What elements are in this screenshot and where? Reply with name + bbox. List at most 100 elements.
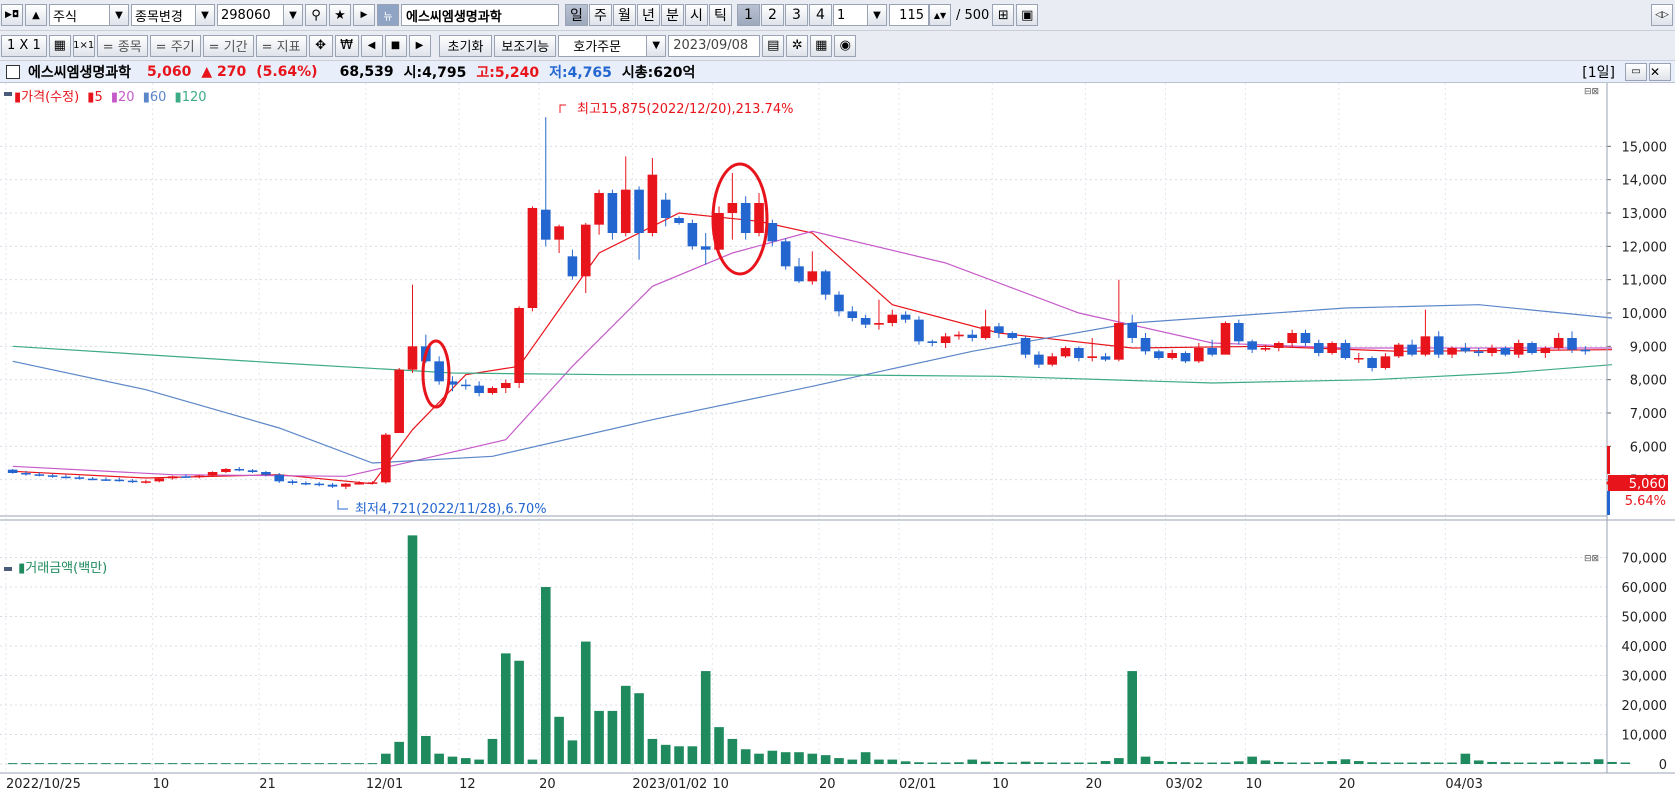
volume-bar — [1473, 760, 1484, 764]
count-stepper[interactable]: ▲▼ — [929, 4, 951, 26]
candle-body — [687, 223, 698, 247]
change-stock-select[interactable]: 종목변경 ▼ — [131, 4, 215, 26]
candle-body — [887, 314, 898, 323]
search-button[interactable]: ⚲ — [305, 4, 327, 26]
select-checkbox[interactable] — [6, 64, 20, 79]
volume-bar — [274, 763, 285, 765]
candle-body — [1234, 323, 1244, 342]
market-select[interactable]: 주식 ▼ — [49, 4, 129, 26]
candle-body — [1287, 333, 1297, 343]
order-select[interactable]: 호가주문 ▼ — [558, 34, 667, 57]
period-value-select[interactable]: 1 ▼ — [833, 4, 887, 26]
move-button[interactable]: ✥ — [308, 34, 333, 57]
maximize-button[interactable]: ▭ — [1625, 62, 1647, 81]
tab-period-tick[interactable]: 틱 — [709, 4, 732, 26]
panel-handle-icon[interactable] — [4, 91, 12, 96]
layout-button[interactable]: 1 X 1 — [1, 34, 47, 57]
x-tick-label: 10 — [992, 777, 1009, 791]
tab-num-3[interactable]: 3 — [785, 4, 808, 26]
price-range-up — [1607, 446, 1610, 474]
reset-button[interactable]: 초기화 — [438, 34, 493, 57]
volume-bar — [1180, 762, 1191, 764]
indicator-tool-button[interactable]: = 지표 — [255, 34, 307, 57]
volume-bar — [247, 763, 258, 765]
tab-period-hour[interactable]: 시 — [685, 4, 708, 26]
tab-period-minute[interactable]: 분 — [661, 4, 684, 26]
candle-body — [594, 193, 604, 225]
market-label: 주식 — [53, 9, 77, 25]
add-chart-button[interactable]: ⊞ — [992, 4, 1015, 26]
chevron-down-icon[interactable]: ▼ — [646, 35, 666, 56]
volume-bar — [1074, 762, 1084, 764]
volume-bar — [114, 763, 125, 765]
window-toggle-button[interactable]: ◁▷ — [1651, 4, 1673, 26]
chart-area[interactable]: 15,000 14,000 13,000 12,000 11,000 10,000 9,00… — [0, 83, 1675, 791]
chevron-down-icon[interactable]: ▼ — [195, 5, 214, 25]
tab-num-4[interactable]: 4 — [809, 4, 832, 26]
next-button[interactable]: ▶ — [353, 4, 375, 26]
candle-body — [1274, 343, 1284, 348]
settings-button[interactable]: ✲ — [786, 34, 809, 57]
news-button[interactable]: 뉴 — [377, 4, 399, 26]
volume-legend: ▮거래금액(백만) — [4, 557, 107, 576]
price-legend — [4, 86, 12, 101]
count-input[interactable]: 115 — [889, 4, 929, 26]
tab-period-year[interactable]: 년 — [637, 4, 660, 26]
prev-button[interactable]: ◀ — [360, 34, 383, 57]
candle-body — [114, 479, 125, 482]
favorite-button[interactable]: ★ — [329, 4, 351, 26]
candle-body — [740, 203, 751, 233]
volume-tick-label: 70,000 — [1622, 552, 1668, 567]
legend-ma120: 120 — [181, 90, 207, 105]
calendar-button[interactable]: ▤ — [762, 34, 785, 57]
panel-handle-icon[interactable] — [4, 566, 12, 571]
range-tool-button[interactable]: = 기간 — [202, 34, 254, 57]
tab-period-week[interactable]: 주 — [589, 4, 612, 26]
date-input[interactable]: 2023/09/08 — [668, 34, 761, 57]
candle-body — [647, 174, 658, 233]
volume-bar — [967, 759, 978, 764]
price-tick-label: 9,000 — [1630, 340, 1667, 355]
volume-bar — [1367, 762, 1377, 764]
aux-button[interactable]: 보조기능 — [494, 34, 557, 57]
volume-tick-label: 60,000 — [1622, 581, 1668, 596]
volume-bar — [141, 763, 151, 765]
nav-first-button[interactable]: ▶◘ — [1, 4, 23, 26]
stock-tool-button[interactable]: = 종목 — [96, 34, 148, 57]
cycle-tool-button[interactable]: = 주기 — [149, 34, 201, 57]
split-button[interactable]: 1×1 — [72, 34, 95, 57]
volume-bar — [847, 759, 858, 764]
info-change: ▲ 270 — [201, 63, 247, 80]
save-button[interactable]: ▣ — [1016, 4, 1039, 26]
volume-panel-controls[interactable]: ⊟⊠ — [1584, 554, 1599, 564]
candle-body — [1327, 343, 1337, 353]
chevron-down-icon[interactable]: ▼ — [109, 5, 128, 25]
x-tick-label: 2023/01/02 — [632, 777, 707, 791]
zoom-button[interactable]: ◉ — [834, 34, 857, 57]
tab-period-day[interactable]: 일 — [565, 4, 588, 26]
candle-body — [927, 341, 938, 343]
volume-bar — [154, 763, 165, 765]
chevron-down-icon[interactable]: ▼ — [867, 5, 886, 25]
tab-num-1[interactable]: 1 — [737, 4, 760, 26]
candle-body — [1553, 338, 1564, 348]
candle-body — [634, 189, 644, 233]
stop-button[interactable]: ■ — [384, 34, 407, 57]
table-button[interactable]: ▦ — [810, 34, 833, 57]
volume-bar — [727, 738, 738, 764]
volume-bar — [914, 762, 924, 764]
candle-body — [474, 385, 484, 393]
won-button[interactable]: ₩ — [334, 34, 359, 57]
grid-button[interactable]: ▦ — [48, 34, 71, 57]
stock-code-input[interactable]: 298060 ▼ — [217, 4, 303, 26]
play-button[interactable]: ▶ — [408, 34, 431, 57]
price-tick-label: 12,000 — [1622, 240, 1668, 255]
tab-period-month[interactable]: 월 — [613, 4, 636, 26]
tab-num-2[interactable]: 2 — [761, 4, 784, 26]
candle-body — [1260, 348, 1271, 350]
candle-body — [607, 193, 618, 233]
close-button[interactable]: ✕ — [1649, 62, 1671, 81]
chevron-down-icon[interactable]: ▼ — [283, 5, 302, 25]
collapse-button[interactable]: ▲ — [25, 4, 47, 26]
price-panel-controls[interactable]: ⊟⊠ — [1584, 87, 1599, 97]
